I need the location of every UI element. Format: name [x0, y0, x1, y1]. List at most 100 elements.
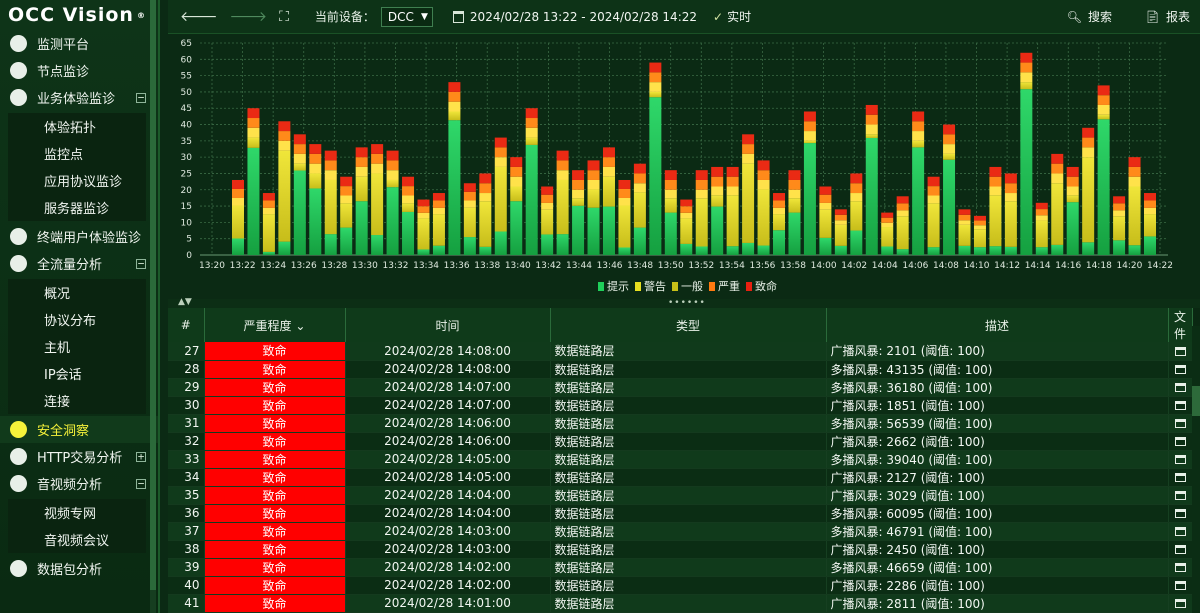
- file-download-icon[interactable]: [1174, 509, 1186, 518]
- sidebar-item-7[interactable]: 音视频分析 −: [0, 470, 158, 497]
- collapse-arrows-icon[interactable]: ▲▼: [178, 297, 192, 307]
- table-row[interactable]: 38 致命 2024/02/28 14:03:00 数据链路层 广播风暴: 2450 (…: [168, 540, 1193, 559]
- table-scroll-thumb[interactable]: [1192, 386, 1200, 416]
- table-row[interactable]: 41 致命 2024/02/28 14:01:00 数据链路层 广播风暴: 2811 (…: [168, 594, 1193, 613]
- submenu-item[interactable]: 监控点: [8, 140, 146, 167]
- col-num[interactable]: #: [168, 308, 205, 342]
- submenu-item[interactable]: 主机: [8, 333, 146, 360]
- file-download-icon[interactable]: [1174, 365, 1186, 374]
- table-row[interactable]: 36 致命 2024/02/28 14:04:00 数据链路层 多播风暴: 60095 …: [168, 504, 1193, 523]
- sidebar-item-4[interactable]: 全流量分析 −: [0, 250, 158, 277]
- legend-item[interactable]: 提示: [598, 278, 629, 294]
- file-download-icon[interactable]: [1174, 581, 1186, 590]
- calendar-icon[interactable]: [452, 10, 464, 23]
- table-row[interactable]: 32 致命 2024/02/28 14:06:00 数据链路层 广播风暴: 2662 (…: [168, 432, 1193, 451]
- table-row[interactable]: 37 致命 2024/02/28 14:03:00 数据链路层 多播风暴: 46791 …: [168, 522, 1193, 541]
- file-cell[interactable]: [1168, 468, 1193, 487]
- file-download-icon[interactable]: [1174, 473, 1186, 482]
- legend-item[interactable]: 致命: [746, 278, 777, 294]
- file-cell[interactable]: [1168, 360, 1193, 379]
- file-download-icon[interactable]: [1174, 527, 1186, 536]
- legend-item[interactable]: 警告: [635, 278, 666, 294]
- table-row[interactable]: 35 致命 2024/02/28 14:04:00 数据链路层 广播风暴: 3029 (…: [168, 486, 1193, 505]
- fullscreen-icon[interactable]: ⛶: [279, 9, 289, 25]
- col-file[interactable]: 文件: [1168, 308, 1193, 342]
- submenu-item[interactable]: 服务器监诊: [8, 194, 146, 221]
- table-row[interactable]: 27 致命 2024/02/28 14:08:00 数据链路层 广播风暴: 2101 (…: [168, 342, 1193, 361]
- submenu-item[interactable]: IP会话: [8, 360, 146, 387]
- table-row[interactable]: 30 致命 2024/02/28 14:07:00 数据链路层 广播风暴: 1851 (…: [168, 396, 1193, 415]
- realtime-toggle[interactable]: ✓ 实时: [713, 8, 751, 25]
- file-cell[interactable]: [1168, 540, 1193, 559]
- file-download-icon[interactable]: [1174, 563, 1186, 572]
- file-download-icon[interactable]: [1174, 401, 1186, 410]
- forward-arrow-icon[interactable]: 🡒: [230, 8, 268, 25]
- file-download-icon[interactable]: [1174, 599, 1186, 608]
- drag-handle-icon[interactable]: ••••••: [668, 298, 706, 308]
- file-cell[interactable]: [1168, 378, 1193, 397]
- col-desc[interactable]: 描述: [826, 308, 1169, 342]
- collapse-icon[interactable]: −: [136, 258, 146, 269]
- device-select[interactable]: DCC ▼: [380, 6, 433, 27]
- x-tick-label: 14:04: [872, 261, 898, 271]
- col-severity[interactable]: 严重程度 ⌄: [204, 308, 346, 342]
- sidebar-item-1[interactable]: 节点监诊: [0, 57, 158, 84]
- y-tick-label: 30: [181, 153, 193, 163]
- table-row[interactable]: 39 致命 2024/02/28 14:02:00 数据链路层 多播风暴: 46659 …: [168, 558, 1193, 577]
- table-row[interactable]: 29 致命 2024/02/28 14:07:00 数据链路层 多播风暴: 36180 …: [168, 378, 1193, 397]
- file-cell[interactable]: [1168, 432, 1193, 451]
- file-cell[interactable]: [1168, 396, 1193, 415]
- file-download-icon[interactable]: [1174, 545, 1186, 554]
- file-download-icon[interactable]: [1174, 437, 1186, 446]
- legend-item[interactable]: 一般: [672, 278, 703, 294]
- search-button[interactable]: 🔍︎ 搜索: [1067, 8, 1112, 25]
- table-row[interactable]: 33 致命 2024/02/28 14:05:00 数据链路层 多播风暴: 39040 …: [168, 450, 1193, 469]
- col-time[interactable]: 时间: [345, 308, 551, 342]
- table-row[interactable]: 28 致命 2024/02/28 14:08:00 数据链路层 多播风暴: 43135 …: [168, 360, 1193, 379]
- file-cell[interactable]: [1168, 522, 1193, 541]
- file-download-icon[interactable]: [1174, 383, 1186, 392]
- table-scrollbar[interactable]: [1192, 326, 1200, 613]
- collapse-icon[interactable]: −: [136, 478, 146, 489]
- back-arrow-icon[interactable]: 🡐: [180, 8, 218, 25]
- sidebar-item-2[interactable]: 业务体验监诊 −: [0, 84, 158, 111]
- table-row[interactable]: 31 致命 2024/02/28 14:06:00 数据链路层 多播风暴: 56539 …: [168, 414, 1193, 433]
- report-button[interactable]: 📄︎ 报表: [1145, 8, 1190, 25]
- file-cell[interactable]: [1168, 414, 1193, 433]
- sidebar-item-0[interactable]: 监测平台: [0, 30, 158, 57]
- legend-item[interactable]: 严重: [709, 278, 740, 294]
- col-type[interactable]: 类型: [550, 308, 827, 342]
- file-cell[interactable]: [1168, 486, 1193, 505]
- table-row[interactable]: 34 致命 2024/02/28 14:05:00 数据链路层 广播风暴: 2127 (…: [168, 468, 1193, 487]
- collapse-icon[interactable]: −: [136, 92, 146, 103]
- bar-segment-fatal: [896, 196, 909, 204]
- expand-icon[interactable]: +: [136, 451, 146, 462]
- file-download-icon[interactable]: [1174, 455, 1186, 464]
- submenu-item[interactable]: 连接: [8, 387, 146, 414]
- panel-divider[interactable]: ▲▼ ••••••: [168, 297, 1200, 308]
- submenu-item[interactable]: 应用协议监诊: [8, 167, 146, 194]
- table-row[interactable]: 40 致命 2024/02/28 14:02:00 数据链路层 广播风暴: 2286 (…: [168, 576, 1193, 595]
- time-range[interactable]: 2024/02/28 13:22 - 2024/02/28 14:22: [470, 10, 697, 24]
- sidebar-scrollbar[interactable]: [150, 0, 156, 613]
- submenu-item[interactable]: 概况: [8, 279, 146, 306]
- file-download-icon[interactable]: [1174, 491, 1186, 500]
- submenu-item[interactable]: 音视频会议: [8, 526, 146, 553]
- sidebar-item-3[interactable]: 终端用户体验监诊: [0, 223, 158, 250]
- sidebar-item-5[interactable]: 安全洞察: [0, 416, 158, 443]
- bar-segment-general: [1004, 193, 1017, 202]
- file-cell[interactable]: [1168, 558, 1193, 577]
- file-download-icon[interactable]: [1174, 346, 1186, 356]
- submenu-item[interactable]: 协议分布: [8, 306, 146, 333]
- submenu-item[interactable]: 体验拓扑: [8, 113, 146, 140]
- sidebar-scroll-thumb[interactable]: [150, 0, 156, 590]
- file-cell[interactable]: [1168, 450, 1193, 469]
- file-cell[interactable]: [1168, 504, 1193, 523]
- file-cell[interactable]: [1168, 342, 1193, 361]
- submenu-item[interactable]: 视频专网: [8, 499, 146, 526]
- sidebar-item-6[interactable]: HTTP交易分析 +: [0, 443, 158, 470]
- sidebar-item-8[interactable]: 数据包分析: [0, 555, 158, 582]
- file-cell[interactable]: [1168, 576, 1193, 595]
- file-download-icon[interactable]: [1174, 419, 1186, 428]
- file-cell[interactable]: [1168, 594, 1193, 613]
